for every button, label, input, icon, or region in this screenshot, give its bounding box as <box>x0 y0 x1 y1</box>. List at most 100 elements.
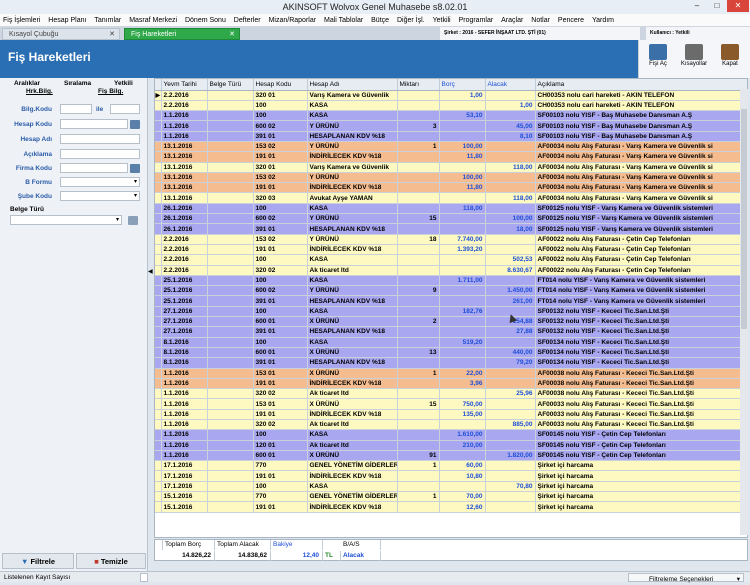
table-cell[interactable] <box>439 285 486 297</box>
shortcuts-button[interactable]: Kısayollar <box>677 42 711 76</box>
table-cell[interactable]: 153 01 <box>253 368 308 379</box>
table-cell[interactable]: 2 <box>397 316 440 328</box>
table-cell[interactable]: 770 <box>253 491 308 503</box>
table-cell[interactable] <box>485 203 536 215</box>
table-cell[interactable] <box>207 162 254 173</box>
bilg-kodu-from-input[interactable] <box>60 104 92 114</box>
table-cell[interactable] <box>207 450 254 462</box>
table-cell[interactable]: İNDİRİLECEK KDV %18 <box>307 409 398 421</box>
table-cell[interactable]: 100 <box>253 429 308 441</box>
table-cell[interactable]: 1 <box>397 141 440 153</box>
table-cell[interactable]: 600 01 <box>253 316 308 328</box>
table-cell[interactable] <box>397 131 440 142</box>
table-cell[interactable]: 191 01 <box>253 501 308 513</box>
table-row[interactable]: 1.1.2016 100 KASA 53,10 SF00103 nolu YISF - … <box>155 110 747 122</box>
table-cell[interactable]: Varış Kamera ve Güvenlik <box>307 90 398 101</box>
table-cell[interactable] <box>207 295 254 307</box>
table-row[interactable]: 17.1.2016 100 KASA 70,80 Şirket içi harcama <box>155 481 747 493</box>
tab-siralama[interactable]: Sıralama <box>64 79 91 88</box>
table-cell[interactable]: 18,00 <box>485 223 536 235</box>
table-cell[interactable] <box>485 234 536 245</box>
table-cell[interactable] <box>485 182 536 194</box>
table-cell[interactable]: SF00132 nolu YISF - Kececi Tic.San.Ltd.Ş… <box>535 316 747 328</box>
table-cell[interactable]: Varış Kamera ve Güvenlik <box>307 162 398 173</box>
table-cell[interactable]: AF00034 nolu Alış Faturası - Varış Kamer… <box>535 192 747 204</box>
table-cell[interactable] <box>397 419 440 431</box>
table-cell[interactable]: 191 01 <box>253 151 308 163</box>
tab-fis-hareketleri[interactable]: Fiş Hareketleri ✕ <box>124 28 240 40</box>
table-cell[interactable] <box>397 295 440 307</box>
table-cell[interactable]: 600 02 <box>253 285 308 297</box>
table-row[interactable]: 8.1.2016 391 01 HESAPLANAN KDV %18 79,20 SF0… <box>155 357 747 369</box>
table-cell[interactable] <box>439 481 486 493</box>
table-cell[interactable]: 3,96 <box>439 378 486 390</box>
menu-item[interactable]: Hesap Planı <box>45 14 89 27</box>
table-row[interactable]: 2.2.2016 100 KASA 502,53 AF00022 nolu Alış F… <box>155 254 747 266</box>
table-cell[interactable]: SF00125 nolu YISF - Varış Kamera ve Güve… <box>535 223 747 235</box>
table-cell[interactable]: 191 01 <box>253 409 308 421</box>
table-cell[interactable] <box>397 192 440 204</box>
menu-item[interactable]: Programlar <box>456 14 497 27</box>
table-row[interactable]: 2.2.2016 191 01 İNDİRİLECEK KDV %18 1.393,2… <box>155 244 747 256</box>
table-cell[interactable]: HESAPLANAN KDV %18 <box>307 295 398 307</box>
table-cell[interactable] <box>207 90 254 101</box>
table-cell[interactable]: 70,80 <box>485 481 536 493</box>
table-cell[interactable]: 100 <box>253 254 308 266</box>
table-row[interactable]: 1.1.2016 600 01 X ÜRÜNÜ 91 1.820,00 SF00145 n… <box>155 450 747 462</box>
table-cell[interactable]: 13.1.2016 <box>161 182 208 194</box>
table-cell[interactable] <box>207 151 254 163</box>
clear-button[interactable]: ■ Temizle <box>76 553 146 569</box>
table-cell[interactable] <box>397 409 440 421</box>
table-cell[interactable]: KASA <box>307 306 398 318</box>
table-cell[interactable]: 391 01 <box>253 223 308 235</box>
table-cell[interactable]: 27,88 <box>485 326 536 338</box>
sube-kodu-select[interactable]: ▾ <box>60 191 140 201</box>
table-cell[interactable] <box>485 275 536 287</box>
table-cell[interactable] <box>397 110 440 122</box>
subtab-hrk-bilg[interactable]: Hrk.Bilg. <box>26 87 53 96</box>
table-cell[interactable] <box>397 470 440 482</box>
table-row[interactable]: 27.1.2016 600 01 X ÜRÜNÜ 2 154,88 SF00132 nol… <box>155 316 747 328</box>
table-row[interactable]: 26.1.2016 100 KASA 118,00 SF00125 nolu YISF … <box>155 203 747 215</box>
table-cell[interactable]: 135,00 <box>439 409 486 421</box>
table-cell[interactable]: Şirket içi harcama <box>535 481 747 493</box>
table-cell[interactable]: 1.1.2016 <box>161 110 208 122</box>
table-cell[interactable]: SF00103 nolu YISF - Baş Muhasebe Danısma… <box>535 110 747 122</box>
table-cell[interactable]: AF00034 nolu Alış Faturası - Varış Kamer… <box>535 151 747 163</box>
table-cell[interactable]: AF00038 nolu Alış Faturası - Kececi Tic.… <box>535 388 747 400</box>
table-cell[interactable] <box>207 275 254 287</box>
search-icon[interactable] <box>130 120 140 129</box>
menu-item[interactable]: Notlar <box>528 14 553 27</box>
table-cell[interactable]: 13 <box>397 347 440 359</box>
table-cell[interactable]: KASA <box>307 337 398 348</box>
firma-kodu-input[interactable] <box>60 163 128 173</box>
table-cell[interactable]: HESAPLANAN KDV %18 <box>307 357 398 369</box>
table-row[interactable]: 1.1.2016 320 02 Ak ticaret ltd 25,96 AF00038… <box>155 388 747 400</box>
table-cell[interactable] <box>397 182 440 194</box>
table-cell[interactable] <box>207 357 254 369</box>
table-cell[interactable] <box>207 368 254 379</box>
table-row[interactable]: 1.1.2016 191 01 İNDİRİLECEK KDV %18 3,96 AF0… <box>155 378 747 390</box>
table-cell[interactable] <box>485 501 536 513</box>
table-cell[interactable]: 1.1.2016 <box>161 398 208 410</box>
table-row[interactable]: 8.1.2016 600 01 X ÜRÜNÜ 13 440,00 SF00134 nol… <box>155 347 747 359</box>
table-cell[interactable]: 100 <box>253 306 308 318</box>
table-cell[interactable]: 7.740,00 <box>439 234 486 245</box>
close-button[interactable]: Kapat <box>713 42 747 76</box>
b-formu-select[interactable]: ▾ <box>60 177 140 187</box>
table-cell[interactable]: 27.1.2016 <box>161 306 208 318</box>
table-cell[interactable]: 2.2.2016 <box>161 254 208 266</box>
table-cell[interactable]: İNDİRİLECEK KDV %18 <box>307 378 398 390</box>
table-cell[interactable]: AF00038 nolu Alış Faturası - Kececi Tic.… <box>535 368 747 379</box>
table-cell[interactable]: 1.1.2016 <box>161 409 208 421</box>
table-cell[interactable] <box>485 470 536 482</box>
table-cell[interactable]: 1.1.2016 <box>161 419 208 431</box>
table-cell[interactable]: 2.2.2016 <box>161 234 208 245</box>
menu-item[interactable]: Diğer İşl. <box>394 14 428 27</box>
table-cell[interactable]: 91 <box>397 450 440 462</box>
table-cell[interactable] <box>397 203 440 215</box>
table-cell[interactable]: KASA <box>307 481 398 493</box>
table-cell[interactable] <box>485 378 536 390</box>
table-cell[interactable]: SF00125 nolu YISF - Varış Kamera ve Güve… <box>535 213 747 225</box>
table-row[interactable]: 25.1.2016 391 01 HESAPLANAN KDV %18 261,00 F… <box>155 295 747 307</box>
